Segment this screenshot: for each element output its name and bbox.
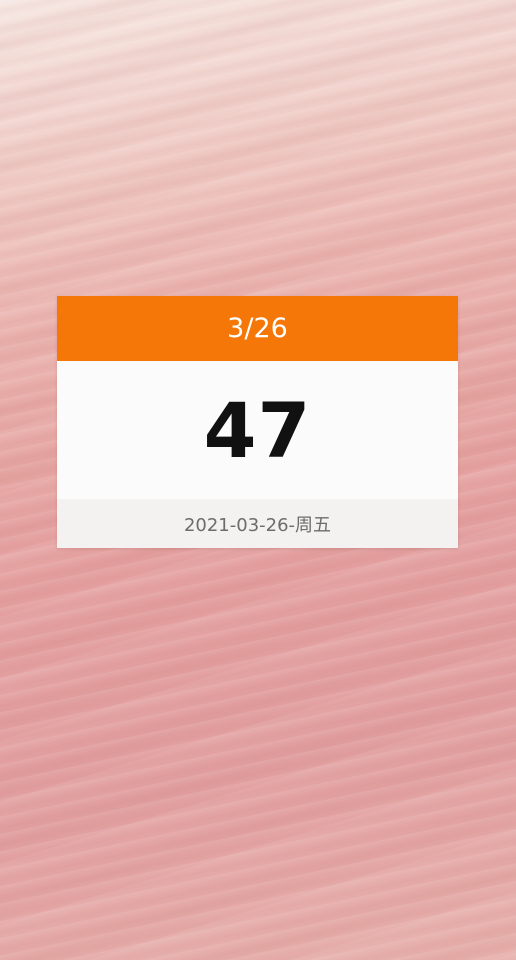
footer-date-label: 2021-03-26-周五 [183, 514, 332, 536]
widget-header: 3/26 [57, 296, 458, 361]
countdown-widget[interactable]: 3/26 47 2021-03-26-周五 [57, 296, 458, 548]
day-count: 47 [203, 385, 312, 475]
widget-footer: 2021-03-26-周五 [57, 499, 458, 548]
widget-body: 47 [57, 361, 458, 499]
header-date-label: 3/26 [227, 313, 288, 344]
